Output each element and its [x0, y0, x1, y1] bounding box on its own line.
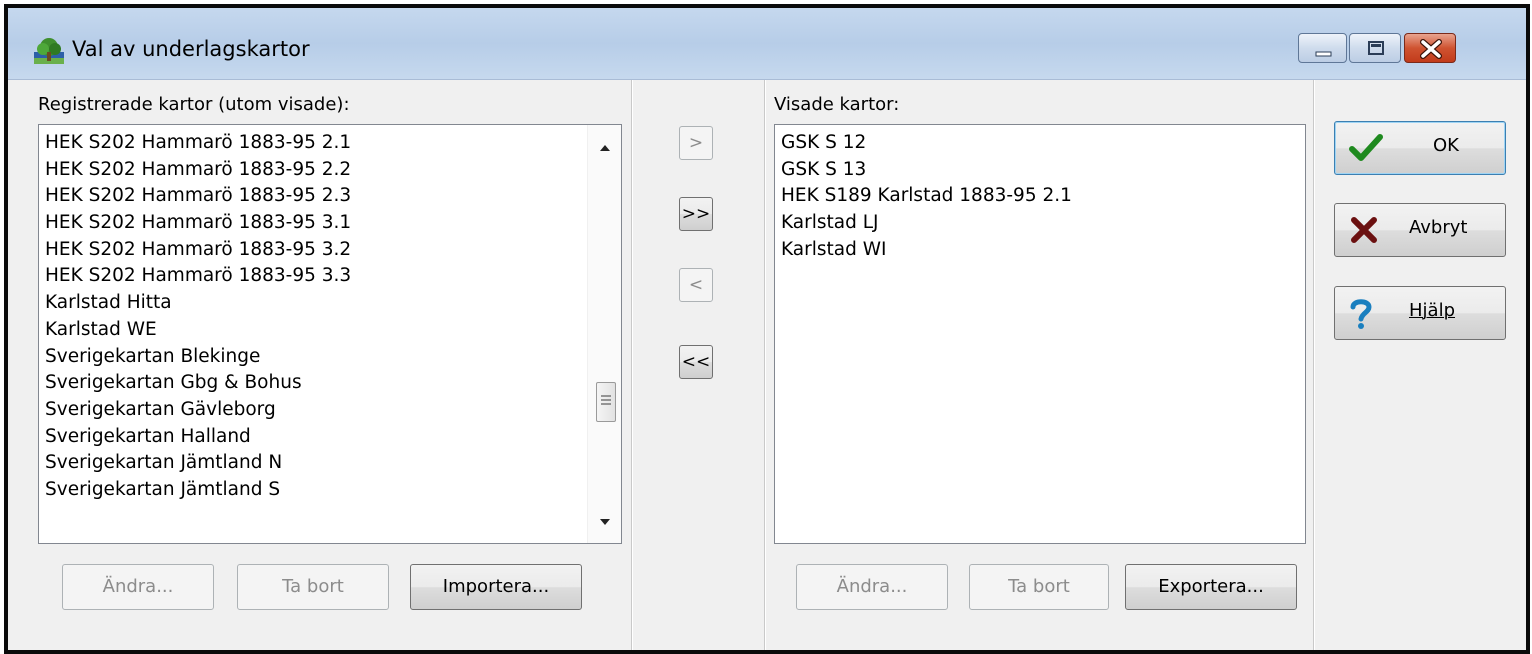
list-item[interactable]: HEK S202 Hammarö 1883-95 3.3 — [39, 263, 621, 290]
minimize-button[interactable] — [1298, 33, 1347, 63]
list-item[interactable]: Sverigekartan Gbg & Bohus — [39, 370, 621, 397]
move-all-right-label: >> — [681, 204, 711, 224]
grip-icon — [601, 395, 611, 405]
shown-maps-label: Visade kartor: — [774, 94, 900, 115]
cancel-label: Avbryt — [1409, 217, 1468, 238]
scroll-down-arrow-icon[interactable] — [588, 507, 622, 537]
move-left-label: < — [688, 275, 704, 295]
dialog-body: Registrerade kartor (utom visade): HEK S… — [8, 80, 1526, 650]
vertical-scrollbar[interactable] — [587, 125, 621, 543]
list-item[interactable]: Karlstad WE — [39, 317, 621, 344]
list-item[interactable]: Karlstad WI — [775, 237, 1305, 264]
close-icon — [1420, 39, 1442, 59]
maximize-icon — [1368, 41, 1384, 55]
maximize-button[interactable] — [1349, 33, 1401, 63]
remove-registered-button[interactable]: Ta bort — [237, 564, 389, 610]
import-button[interactable]: Importera... — [410, 564, 582, 610]
export-label: Exportera... — [1158, 576, 1264, 597]
list-item[interactable]: Sverigekartan Blekinge — [39, 344, 621, 371]
registered-maps-list[interactable]: HEK S202 Hammarö 1883-95 2.1 HEK S202 Ha… — [38, 124, 622, 544]
list-item[interactable]: HEK S202 Hammarö 1883-95 3.2 — [39, 237, 621, 264]
divider-middle — [764, 80, 766, 650]
move-selected-right-button[interactable]: > — [679, 126, 713, 160]
list-item[interactable]: HEK S202 Hammarö 1883-95 2.1 — [39, 130, 621, 157]
scroll-up-arrow-icon[interactable] — [588, 133, 622, 163]
move-all-left-label: << — [681, 352, 711, 372]
ok-label: OK — [1433, 135, 1459, 156]
x-icon — [1351, 217, 1377, 243]
window-title: Val av underlagskartor — [72, 37, 310, 61]
minimize-icon — [1315, 51, 1332, 57]
cancel-button[interactable]: Avbryt — [1334, 203, 1506, 257]
divider-left — [631, 80, 633, 650]
import-label: Importera... — [442, 576, 550, 597]
list-item[interactable]: Sverigekartan Halland — [39, 424, 621, 451]
list-item[interactable]: Sverigekartan Gävleborg — [39, 397, 621, 424]
list-item[interactable]: GSK S 13 — [775, 157, 1305, 184]
divider-right — [1313, 80, 1315, 650]
dialog-window: Val av underlagskartor Registrerade kart… — [4, 4, 1530, 654]
remove-label: Ta bort — [1008, 576, 1070, 597]
list-item[interactable]: GSK S 12 — [775, 130, 1305, 157]
registered-maps-label: Registrerade kartor (utom visade): — [38, 94, 350, 115]
move-all-left-button[interactable]: << — [679, 345, 713, 379]
tree-map-icon — [34, 38, 64, 64]
list-item[interactable]: Karlstad Hitta — [39, 290, 621, 317]
close-button[interactable] — [1404, 33, 1456, 63]
export-button[interactable]: Exportera... — [1125, 564, 1297, 610]
list-item[interactable]: HEK S189 Karlstad 1883-95 2.1 — [775, 183, 1305, 210]
edit-label: Ändra... — [102, 576, 174, 597]
move-right-label: > — [688, 133, 704, 153]
title-bar[interactable]: Val av underlagskartor — [8, 8, 1526, 80]
list-item[interactable]: Sverigekartan Jämtland N — [39, 450, 621, 477]
edit-label: Ändra... — [836, 576, 908, 597]
move-selected-left-button[interactable]: < — [679, 268, 713, 302]
scrollbar-thumb[interactable] — [596, 382, 616, 422]
list-item[interactable]: Karlstad LJ — [775, 210, 1305, 237]
shown-maps-list[interactable]: GSK S 12 GSK S 13 HEK S189 Karlstad 1883… — [774, 124, 1306, 544]
list-item[interactable]: HEK S202 Hammarö 1883-95 3.1 — [39, 210, 621, 237]
help-button[interactable]: Hjälp — [1334, 286, 1506, 340]
ok-button[interactable]: OK — [1334, 121, 1506, 175]
list-item[interactable]: Sverigekartan Jämtland S — [39, 477, 621, 504]
check-icon — [1349, 134, 1383, 161]
edit-shown-button[interactable]: Ändra... — [796, 564, 948, 610]
question-icon — [1350, 299, 1372, 329]
remove-label: Ta bort — [282, 576, 344, 597]
list-item[interactable]: HEK S202 Hammarö 1883-95 2.3 — [39, 183, 621, 210]
move-all-right-button[interactable]: >> — [679, 197, 713, 231]
remove-shown-button[interactable]: Ta bort — [969, 564, 1109, 610]
list-item[interactable]: HEK S202 Hammarö 1883-95 2.2 — [39, 157, 621, 184]
edit-registered-button[interactable]: Ändra... — [62, 564, 214, 610]
help-label: Hjälp — [1409, 300, 1455, 321]
